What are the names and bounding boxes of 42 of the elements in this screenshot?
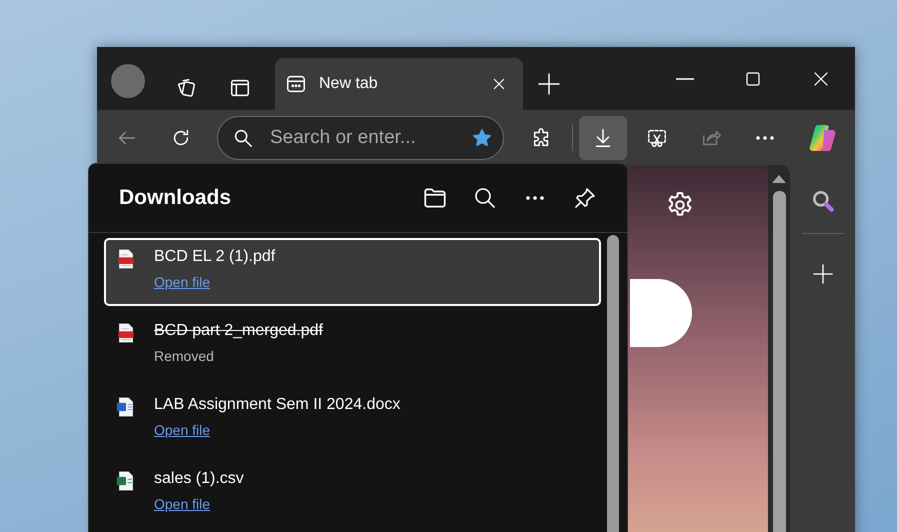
pdf-file-icon [116,248,136,270]
maximize-icon [744,70,762,88]
close-icon [812,70,830,88]
open-file-link[interactable]: Open file [154,422,210,438]
scrollbar-thumb[interactable] [772,191,786,532]
download-item[interactable]: BCD part 2_merged.pdf Removed [104,312,601,380]
file-name: LAB Assignment Sem II 2024.docx [154,396,400,414]
downloads-title: Downloads [119,186,232,210]
star-icon [471,126,493,148]
sidebar-layout-icon [229,77,251,99]
profile-avatar[interactable] [111,64,145,98]
open-file-link[interactable]: Open file [154,496,210,512]
address-input[interactable]: Search or enter... [268,126,457,150]
stacked-pages-icon [175,77,197,99]
pin-icon [573,186,597,210]
search-icon [473,186,497,210]
word-file-icon [116,396,136,418]
file-name: BCD EL 2 (1).pdf [154,248,276,266]
minimize-icon [676,78,694,80]
download-item[interactable]: sales (1).csv Open file [104,460,601,528]
downloads-button[interactable] [579,116,627,160]
plus-icon [537,72,561,96]
page-scrollbar[interactable] [768,165,790,532]
pdf-file-icon [116,322,136,344]
address-bar[interactable]: Search or enter... [217,116,504,160]
spreadsheet-file-icon [116,470,136,492]
download-item[interactable]: BCD EL 2 (1).pdf Open file [104,238,601,306]
tab-title: New tab [319,75,379,93]
open-file-link[interactable]: Open file [154,274,210,290]
more-icon [525,196,545,200]
download-status: Removed [154,348,215,364]
new-tab-page-icon [285,73,307,95]
browser-tab[interactable]: New tab [275,58,523,110]
scroll-up-icon [772,175,786,183]
file-name: sales (1).csv [154,470,244,488]
downloads-scrollbar[interactable] [607,235,619,532]
more-icon [756,136,774,140]
page-search-box[interactable] [630,279,692,347]
file-name: BCD part 2_merged.pdf [154,322,323,340]
download-item[interactable]: LAB Assignment Sem II 2024.docx Open file [104,386,601,454]
plus-icon [812,263,834,285]
close-icon [491,76,507,92]
